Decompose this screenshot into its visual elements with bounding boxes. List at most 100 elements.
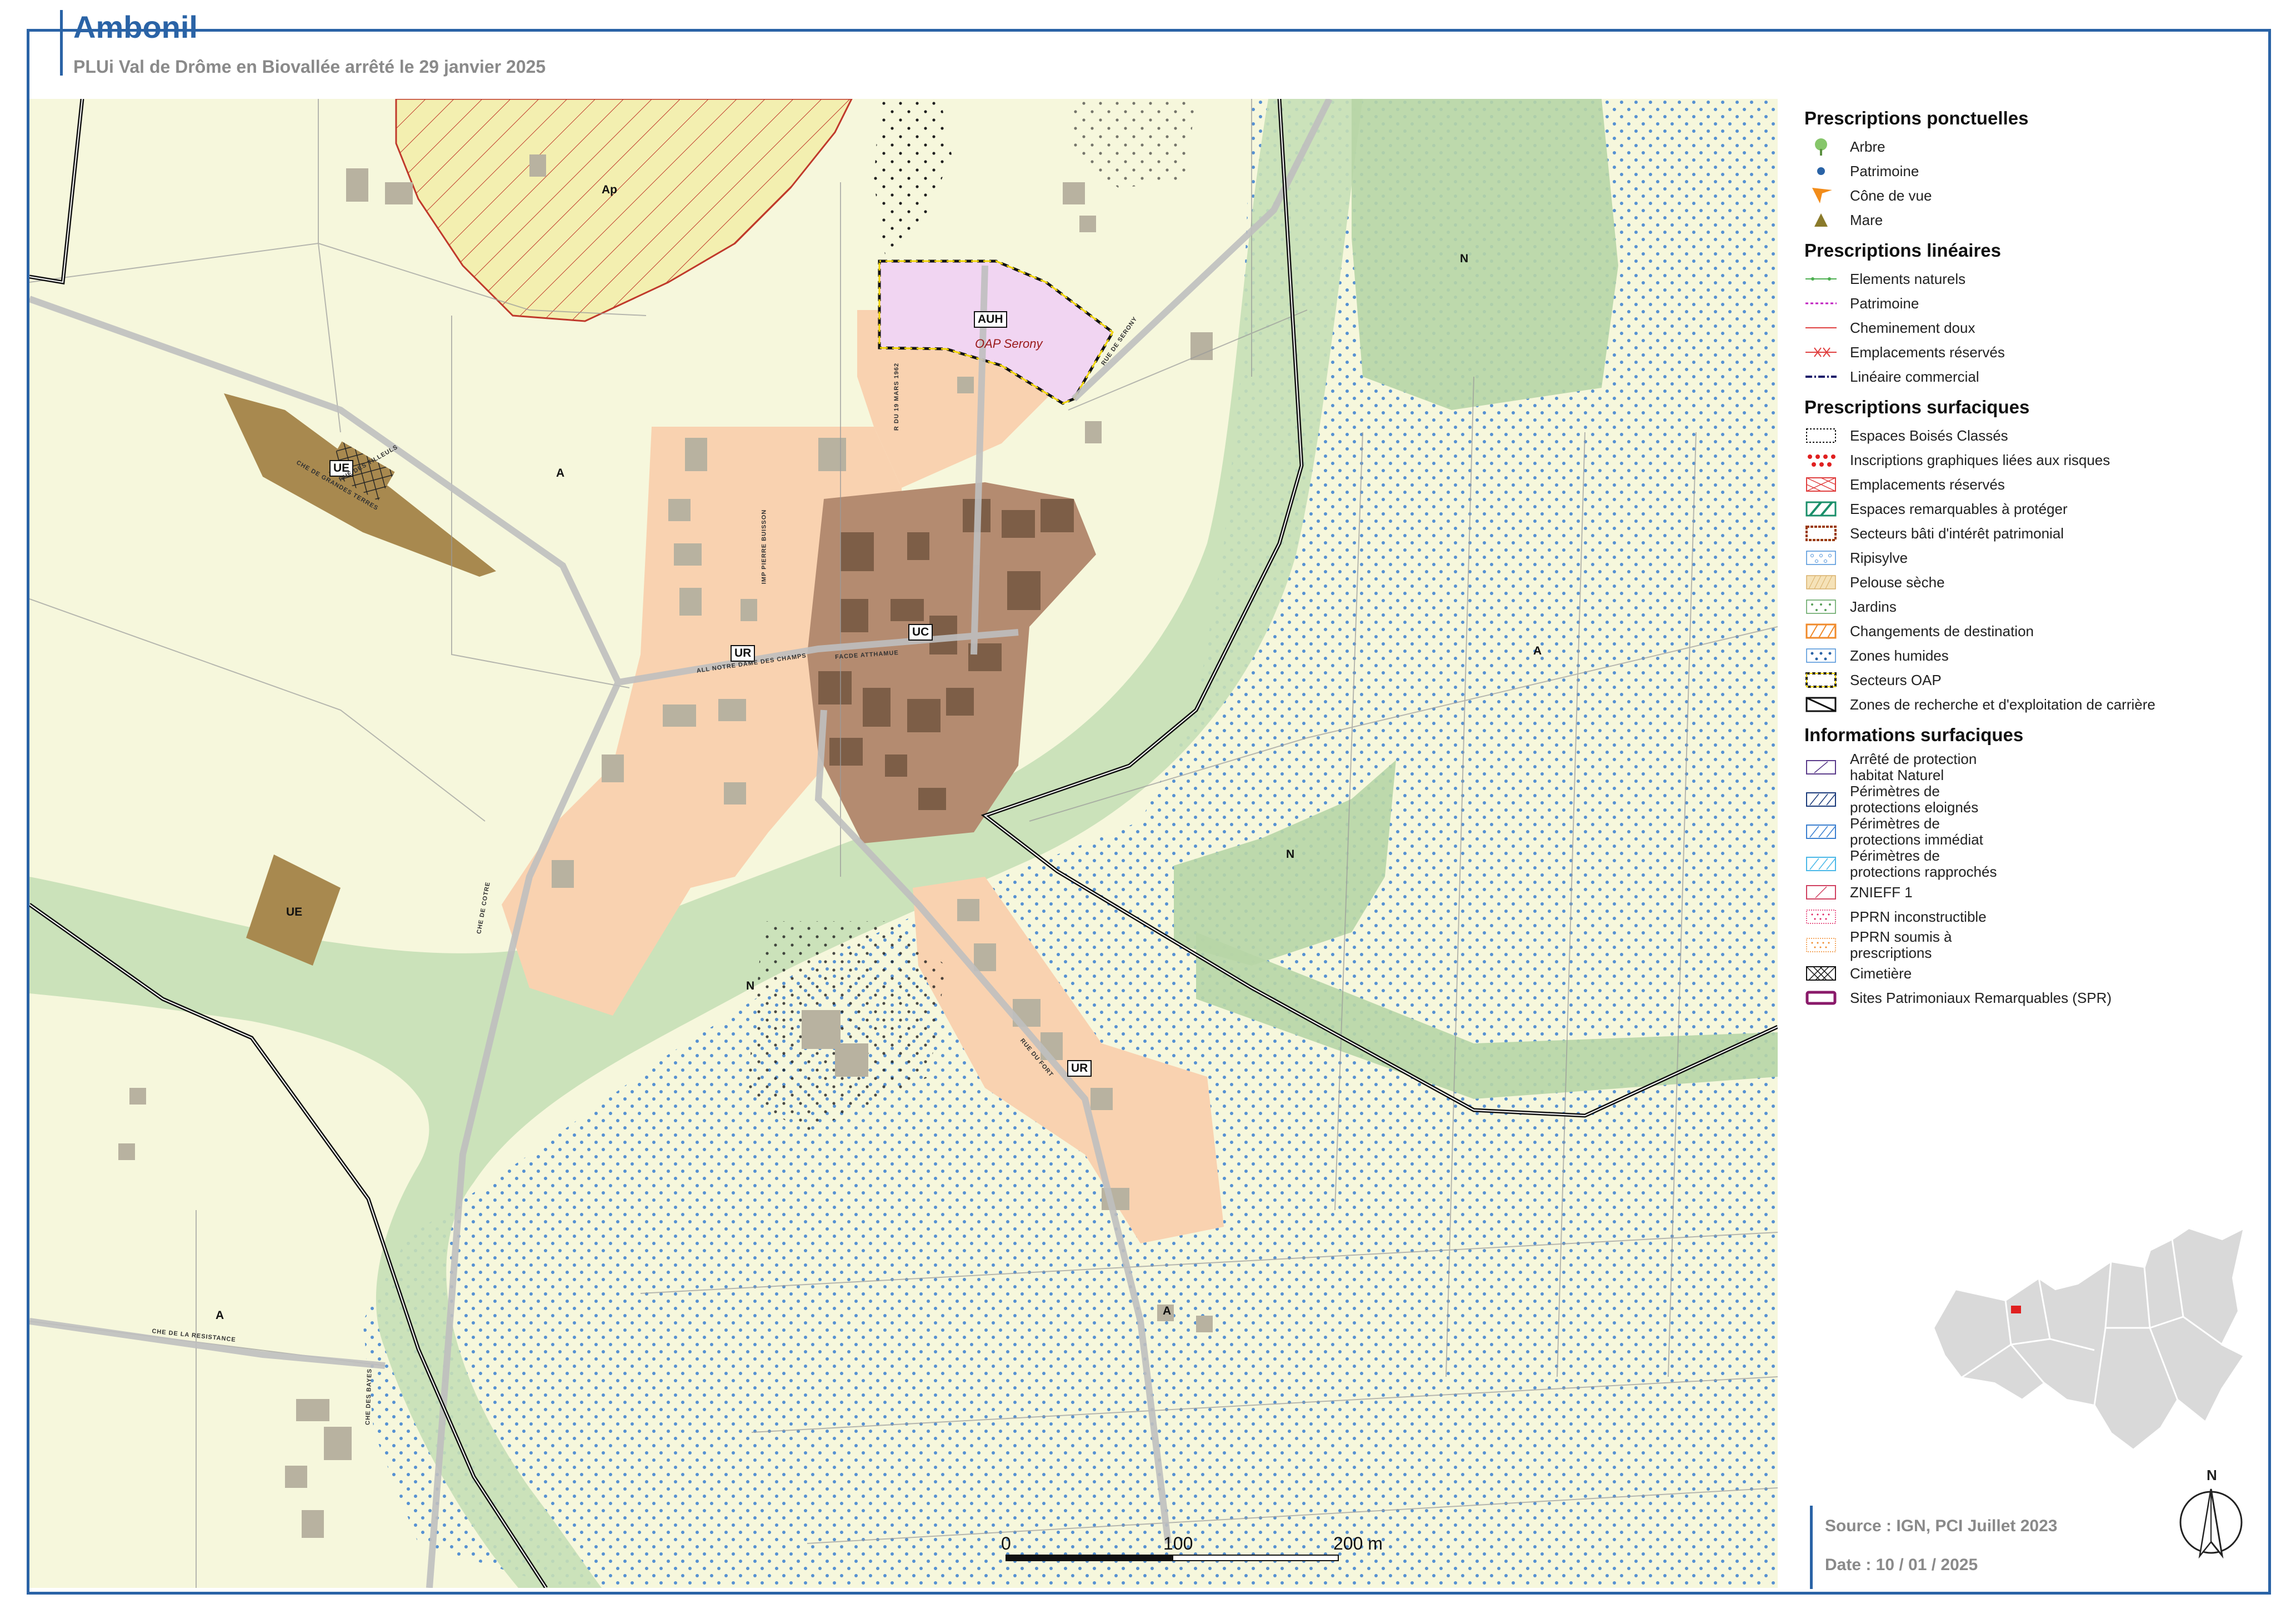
legend-item-label: Patrimoine: [1850, 294, 1919, 312]
legend-item-label: Linéaire commercial: [1850, 368, 1979, 385]
legend-item-label: Mare: [1850, 211, 1883, 228]
ebc-icon: [1804, 426, 1838, 446]
legend-item: Périmètres de protections rapprochés: [1804, 848, 2254, 880]
zone-label-ur: UR: [731, 645, 756, 662]
legend-item: Arbre: [1804, 134, 2254, 159]
legend-item: Cône de vue: [1804, 183, 2254, 208]
zone-label-auh: AUH: [974, 311, 1007, 328]
legend-item: Elements naturels: [1804, 267, 2254, 291]
north-arrow: N: [2178, 1467, 2244, 1561]
legend-item-label: Périmètres de protections rapprochés: [1850, 847, 1997, 880]
zone-label-n: N: [1460, 252, 1469, 265]
locator-map: [1911, 1217, 2255, 1467]
blue-dots-icon: [1804, 646, 1838, 666]
zone-ap[interactable]: [395, 99, 853, 322]
map-legend: Prescriptions ponctuelles Arbre Patrimoi…: [1799, 100, 2254, 1100]
legend-item-label: Patrimoine: [1850, 162, 1919, 179]
zone-label-ap: Ap: [602, 183, 617, 196]
scale-bar-segment: [1172, 1555, 1339, 1561]
legend-item: Jardins: [1804, 594, 2254, 619]
legend-item-label: Arrêté de protection habitat Naturel: [1850, 751, 1977, 783]
jardins-north[interactable]: [874, 99, 952, 254]
legend-section-title: Prescriptions surfaciques: [1804, 397, 2030, 417]
map-date: Date : 10 / 01 / 2025: [1825, 1556, 1978, 1574]
jardins-icon: [1804, 597, 1838, 617]
risk-dots-icon: [1804, 450, 1838, 470]
orange-hatch-icon: [1804, 621, 1838, 641]
pelouse-icon: [1804, 572, 1838, 592]
legend-item: Emplacements réservés: [1804, 340, 2254, 364]
legend-item: Zones de recherche et d'exploitation de …: [1804, 692, 2254, 717]
legend-item-label: Elements naturels: [1850, 270, 1966, 287]
legend-item-label: PPRN soumis à prescriptions: [1850, 928, 1952, 961]
legend-item-label: Changements de destination: [1850, 622, 2034, 639]
legend-item-label: Sites Patrimoniaux Remarquables (SPR): [1850, 989, 2112, 1006]
legend-section-title: Prescriptions ponctuelles: [1804, 108, 2029, 128]
line-red-cross-icon: [1804, 342, 1838, 362]
navy-hatch-icon: [1804, 789, 1838, 809]
legend-item: ZNIEFF 1: [1804, 880, 2254, 905]
scale-label-mid: 100: [1163, 1533, 1193, 1553]
legend-item-label: Jardins: [1850, 598, 1897, 615]
jardins-northeast[interactable]: [1074, 99, 1196, 188]
legend-item: Mare: [1804, 208, 2254, 232]
triangle-icon: [1804, 210, 1838, 230]
spr-icon: [1804, 988, 1838, 1008]
legend-item: Cimetière: [1804, 961, 2254, 986]
er-hatch-icon: [1804, 474, 1838, 494]
pprn-orange-icon: [1804, 935, 1838, 955]
legend-item: Secteurs bâti d'intérêt patrimonial: [1804, 521, 2254, 546]
map-svg: [29, 99, 1778, 1588]
legend-item-label: Cône de vue: [1850, 187, 1932, 204]
legend-item: Secteurs OAP: [1804, 668, 2254, 692]
legend-item-label: PPRN inconstructible: [1850, 908, 1987, 925]
legend-item-label: Espaces remarquables à protéger: [1850, 500, 2068, 517]
legend-item: Zones humides: [1804, 643, 2254, 668]
legend-item-label: Cheminement doux: [1850, 319, 1975, 336]
legend-item: Périmètres de protections immédiat: [1804, 816, 2254, 848]
zone-label-a: A: [1533, 644, 1542, 657]
line-green-dots-icon: [1804, 269, 1838, 289]
scale-bar-segment: [1006, 1555, 1172, 1561]
zone-label-ur: UR: [1067, 1060, 1092, 1077]
legend-item: Patrimoine: [1804, 291, 2254, 316]
zone-label-ue: UE: [286, 906, 303, 918]
legend-item: Périmètres de protections eloignés: [1804, 783, 2254, 816]
legend-item: Inscriptions graphiques liées aux risque…: [1804, 448, 2254, 472]
oap-label: OAP Serony: [975, 337, 1043, 351]
line-navy-dash-icon: [1804, 367, 1838, 387]
line-red-icon: [1804, 318, 1838, 338]
legend-item-label: Arbre: [1850, 138, 1885, 155]
legend-item: PPRN inconstructible: [1804, 905, 2254, 929]
legend-item-label: Inscriptions graphiques liées aux risque…: [1850, 451, 2110, 468]
compass-icon: [2179, 1488, 2243, 1559]
road-label: IMP PIERRE BUISSON: [761, 509, 768, 584]
zone-label-n: N: [746, 980, 755, 992]
scale-bar: 0 100 200 m: [1001, 1533, 1405, 1567]
tree-icon: [1804, 137, 1838, 157]
legend-item: PPRN soumis à prescriptions: [1804, 929, 2254, 961]
legend-item-label: Ripisylve: [1850, 549, 1908, 566]
road-label: R DU 19 MARS 1962: [893, 362, 901, 431]
cyan-hatch-icon: [1804, 854, 1838, 874]
zone-label-uc: UC: [908, 624, 933, 641]
legend-item-label: Zones de recherche et d'exploitation de …: [1850, 696, 2155, 713]
legend-item: Linéaire commercial: [1804, 364, 2254, 389]
legend-item: Pelouse sèche: [1804, 570, 2254, 594]
scale-label-zero: 0: [1001, 1533, 1011, 1553]
legend-item-label: Secteurs OAP: [1850, 671, 1942, 688]
quarry-icon: [1804, 694, 1838, 714]
oap-box-icon: [1804, 670, 1838, 690]
legend-item-label: ZNIEFF 1: [1850, 883, 1913, 901]
locator-territory: [1932, 1226, 2246, 1452]
map-canvas[interactable]: Ap A UE UR UC AUH OAP Serony N A N UE N …: [29, 99, 1778, 1588]
znieff-icon: [1804, 882, 1838, 902]
zone-n-north[interactable]: [1352, 99, 1618, 410]
legend-item: Changements de destination: [1804, 619, 2254, 643]
pprn-red-icon: [1804, 907, 1838, 927]
legend-item-label: Espaces Boisés Classés: [1850, 427, 2008, 444]
legend-item: Emplacements réservés: [1804, 472, 2254, 497]
line-magenta-dash-icon: [1804, 293, 1838, 313]
cemetery-icon: [1804, 963, 1838, 983]
footer-accent: [1810, 1506, 1813, 1589]
